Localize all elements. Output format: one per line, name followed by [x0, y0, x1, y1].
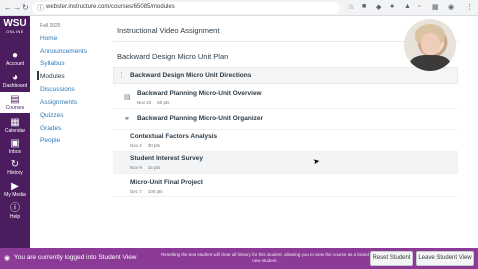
account-icon: ●	[11, 50, 19, 61]
course-nav-modules[interactable]: Modules	[40, 73, 65, 80]
points: 30 pts	[147, 143, 161, 148]
puzzle-icon[interactable]: ▦	[432, 3, 439, 11]
points: 100 pts	[147, 189, 163, 194]
address-bar[interactable]: ⓘ webster.instructure.com/courses/65085/…	[32, 2, 340, 14]
student-view-note: Resetting the test student will clear al…	[161, 252, 369, 263]
module-item-meta: Nov 2 30 pts	[130, 143, 166, 148]
extension-icon[interactable]: ▫	[418, 3, 420, 10]
nav-label: Courses	[5, 105, 25, 111]
module-header[interactable]: ⋮ Backward Design Micro Unit Directions	[113, 67, 458, 84]
nav-label: Inbox	[8, 149, 22, 155]
course-nav-quizzes[interactable]: Quizzes	[40, 112, 63, 119]
logo-text: WSU	[3, 18, 27, 29]
module-item[interactable]: Contextual Factors Analysis Nov 2 30 pts	[113, 131, 458, 152]
browser-toolbar: ← → ↻ ⓘ webster.instructure.com/courses/…	[0, 0, 478, 16]
module-item[interactable]: Student Interest Survey Nov 9 15 pts	[113, 152, 458, 174]
extension-icon[interactable]: ■	[362, 3, 366, 10]
module-item-meta: Nov 23 50 pts	[137, 100, 176, 105]
course-nav-syllabus[interactable]: Syllabus	[40, 60, 65, 67]
nav-label: History	[7, 170, 23, 176]
menu-icon[interactable]: ⋮	[466, 3, 473, 11]
nav-label: Calendar	[4, 128, 26, 134]
assignment-icon: ▤	[124, 94, 131, 101]
nav-inbox[interactable]: ▣ Inbox	[0, 138, 30, 156]
course-nav-announcements[interactable]: Announcements	[40, 48, 87, 55]
due-date: Dec 7	[130, 189, 142, 194]
module-item-title[interactable]: Contextual Factors Analysis	[130, 133, 217, 140]
logo-subtext: ONLINE	[6, 29, 24, 34]
bookmark-icon[interactable]: ☆	[348, 3, 354, 11]
points: 50 pts	[157, 100, 170, 105]
assignment-title: Instructional Video Assignment	[117, 26, 220, 35]
reload-icon[interactable]: ↻	[22, 3, 29, 13]
nav-account[interactable]: ● Account	[0, 50, 30, 68]
points: 15 pts	[147, 165, 161, 170]
module-item-title[interactable]: Student Interest Survey	[130, 155, 203, 162]
dashboard-icon: ◕	[11, 72, 19, 83]
module-item-title[interactable]: Backward Planning Micro-Unit Organizer	[137, 115, 263, 122]
nav-my-media[interactable]: ▶ My Media	[0, 181, 30, 199]
module-item[interactable]: Micro-Unit Final Project Dec 7 100 pts	[113, 175, 458, 197]
active-indicator	[37, 71, 39, 80]
extension-icon[interactable]: ▲	[404, 3, 411, 10]
webcam-face	[421, 33, 440, 55]
nav-help[interactable]: ⓘ Help	[0, 203, 30, 221]
nav-label: Dashboard	[2, 83, 28, 89]
student-view-message: You are currently logged into Student Vi…	[14, 254, 137, 261]
media-icon: ▶	[11, 181, 19, 192]
calendar-icon: ▦	[10, 117, 20, 128]
course-nav-grades[interactable]: Grades	[40, 125, 61, 132]
course-term: Fall 2025	[40, 23, 61, 29]
url-text: webster.instructure.com/courses/65085/mo…	[46, 4, 175, 10]
drag-handle-icon[interactable]: ⋮	[118, 71, 125, 79]
due-date: Nov 2	[130, 143, 142, 148]
webcam-body	[410, 55, 450, 71]
nav-calendar[interactable]: ▦ Calendar	[0, 117, 30, 135]
webcam-overlay	[404, 19, 456, 71]
due-date: Nov 23	[137, 100, 152, 105]
module-item-meta: Dec 7 100 pts	[130, 189, 169, 194]
course-nav-discussions[interactable]: Discussions	[40, 86, 75, 93]
module-item-meta: Nov 9 15 pts	[130, 165, 166, 170]
page-title: Backward Design Micro Unit Plan	[117, 52, 229, 61]
nav-label: My Media	[4, 192, 26, 198]
nav-history[interactable]: ↻ History	[0, 159, 30, 177]
module-header-title: Backward Design Micro Unit Directions	[130, 72, 252, 79]
module-item-title[interactable]: Backward Planning Micro-Unit Overview	[137, 90, 262, 97]
history-icon: ↻	[10, 159, 20, 170]
nav-label: Account	[5, 61, 25, 67]
extension-icon[interactable]: ◆	[376, 3, 381, 11]
wsu-logo[interactable]: WSU ONLINE	[0, 18, 30, 35]
back-icon[interactable]: ←	[4, 3, 12, 13]
profile-icon[interactable]: ◉	[448, 3, 454, 11]
due-date: Nov 9	[130, 165, 142, 170]
nav-courses[interactable]: ▤ Courses	[0, 92, 30, 113]
module-item-title[interactable]: Micro-Unit Final Project	[130, 179, 203, 186]
module-item[interactable]: ⚭ Backward Planning Micro-Unit Organizer	[113, 110, 458, 130]
extension-icon[interactable]: ●	[390, 3, 394, 10]
mouse-cursor-icon: ➤	[312, 156, 321, 167]
nav-dashboard[interactable]: ◕ Dashboard	[0, 72, 30, 90]
leave-student-view-button[interactable]: Leave Student View	[416, 251, 474, 266]
module-item[interactable]: ▤ Backward Planning Micro-Unit Overview …	[113, 85, 458, 109]
student-view-bar: ◉ You are currently logged into Student …	[0, 248, 478, 269]
global-nav: WSU ONLINE ● Account ◕ Dashboard ▤ Cours…	[0, 16, 30, 248]
nav-label: Help	[9, 214, 21, 220]
reset-student-button[interactable]: Reset Student	[370, 251, 413, 266]
course-nav-home[interactable]: Home	[40, 35, 57, 42]
forward-icon[interactable]: →	[13, 3, 21, 13]
student-view-icon: ◉	[4, 255, 11, 262]
link-icon: ⚭	[124, 116, 130, 123]
course-nav-people[interactable]: People	[40, 137, 60, 144]
courses-icon: ▤	[10, 94, 20, 105]
help-icon: ⓘ	[10, 203, 20, 214]
site-info-icon[interactable]: ⓘ	[37, 3, 44, 13]
inbox-icon: ▣	[10, 138, 20, 149]
course-nav-assignments[interactable]: Assignments	[40, 99, 77, 106]
